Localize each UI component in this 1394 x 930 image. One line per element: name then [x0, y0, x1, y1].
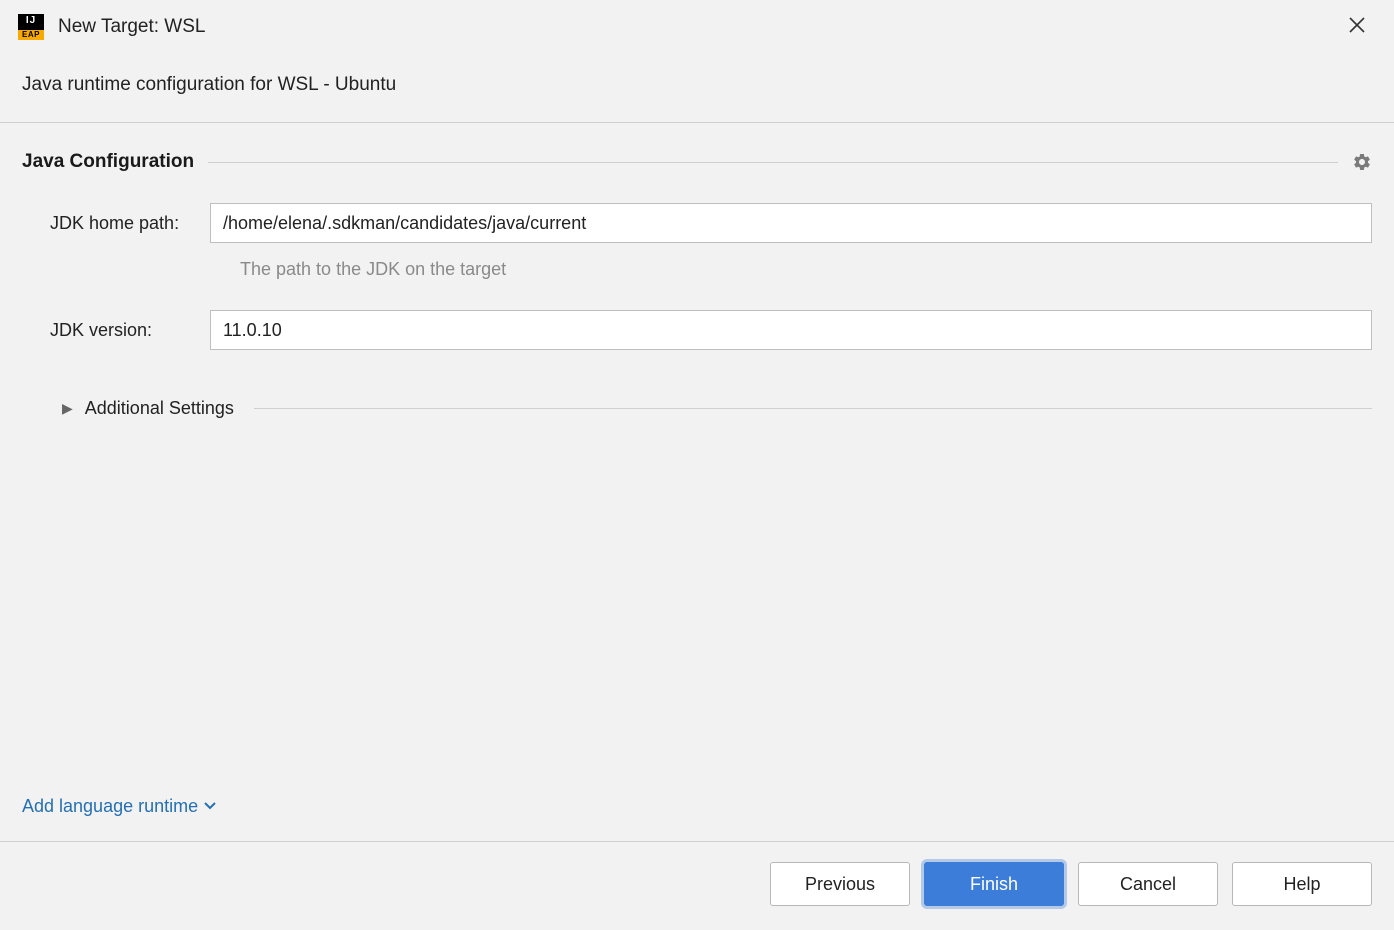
add-language-runtime-link[interactable]: Add language runtime [22, 778, 1372, 841]
finish-button[interactable]: Finish [924, 862, 1064, 906]
section-divider [208, 162, 1338, 163]
cancel-button[interactable]: Cancel [1078, 862, 1218, 906]
jdk-home-hint: The path to the JDK on the target [240, 259, 1372, 280]
content-area: Java Configuration JDK home path: The pa… [0, 122, 1394, 841]
chevron-right-icon[interactable]: ▶ [62, 400, 73, 417]
additional-settings-divider [254, 408, 1372, 409]
jdk-version-label: JDK version: [22, 320, 192, 341]
jdk-version-input[interactable] [210, 310, 1372, 350]
app-icon: IJ EAP [18, 14, 44, 40]
help-button[interactable]: Help [1232, 862, 1372, 906]
chevron-down-icon [204, 799, 216, 814]
section-header: Java Configuration [22, 151, 1372, 173]
window-title: New Target: WSL [58, 16, 205, 38]
jdk-home-label: JDK home path: [22, 213, 192, 234]
section-title: Java Configuration [22, 151, 194, 173]
page-subtitle: Java runtime configuration for WSL - Ubu… [0, 52, 1394, 122]
jdk-version-row: JDK version: [22, 310, 1372, 350]
gear-icon[interactable] [1352, 152, 1372, 172]
title-left: IJ EAP New Target: WSL [18, 14, 205, 40]
footer: Previous Finish Cancel Help [0, 841, 1394, 930]
previous-button[interactable]: Previous [770, 862, 910, 906]
close-icon[interactable] [1338, 12, 1376, 42]
additional-settings-title: Additional Settings [85, 398, 234, 419]
jdk-home-input[interactable] [210, 203, 1372, 243]
add-language-runtime-text: Add language runtime [22, 796, 198, 817]
spacer [22, 419, 1372, 778]
title-bar: IJ EAP New Target: WSL [0, 0, 1394, 52]
jdk-home-row: JDK home path: [22, 203, 1372, 243]
additional-settings-row[interactable]: ▶ Additional Settings [22, 398, 1372, 419]
